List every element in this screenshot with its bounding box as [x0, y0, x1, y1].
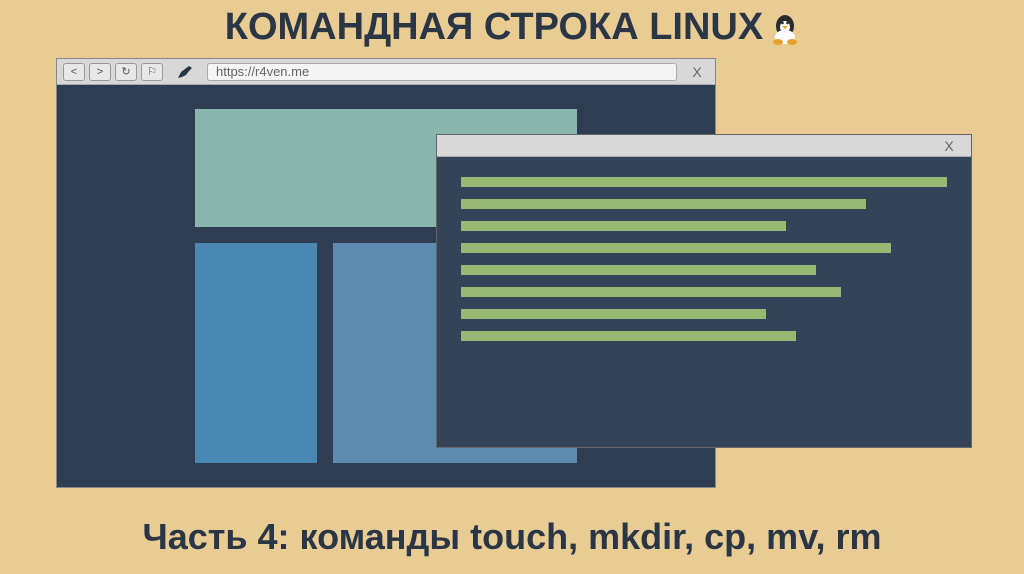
- raven-icon: [175, 62, 195, 82]
- terminal-line: [461, 221, 786, 231]
- title-text: КОМАНДНАЯ СТРОКА LINUX: [225, 6, 763, 49]
- url-bar[interactable]: https://r4ven.me: [207, 63, 677, 81]
- terminal-content: [437, 157, 971, 447]
- nav-bookmark-button[interactable]: ⚐: [141, 63, 163, 81]
- nav-back-button[interactable]: <: [63, 63, 85, 81]
- terminal-close-button[interactable]: X: [941, 138, 957, 154]
- terminal-line: [461, 309, 766, 319]
- terminal-window: X: [436, 134, 972, 448]
- content-col-1: [195, 243, 317, 463]
- terminal-titlebar: X: [437, 135, 971, 157]
- nav-refresh-button[interactable]: ↻: [115, 63, 137, 81]
- page-title: КОМАНДНАЯ СТРОКА LINUX: [0, 0, 1024, 49]
- terminal-line: [461, 199, 866, 209]
- tux-icon: [771, 12, 799, 44]
- terminal-line: [461, 265, 816, 275]
- browser-titlebar: < > ↻ ⚐ https://r4ven.me X: [57, 59, 715, 85]
- browser-close-button[interactable]: X: [689, 64, 705, 80]
- terminal-line: [461, 177, 947, 187]
- nav-forward-button[interactable]: >: [89, 63, 111, 81]
- terminal-line: [461, 243, 891, 253]
- terminal-line: [461, 331, 796, 341]
- page-subtitle: Часть 4: команды touch, mkdir, cp, mv, r…: [0, 516, 1024, 558]
- terminal-line: [461, 287, 841, 297]
- url-text: https://r4ven.me: [216, 64, 309, 79]
